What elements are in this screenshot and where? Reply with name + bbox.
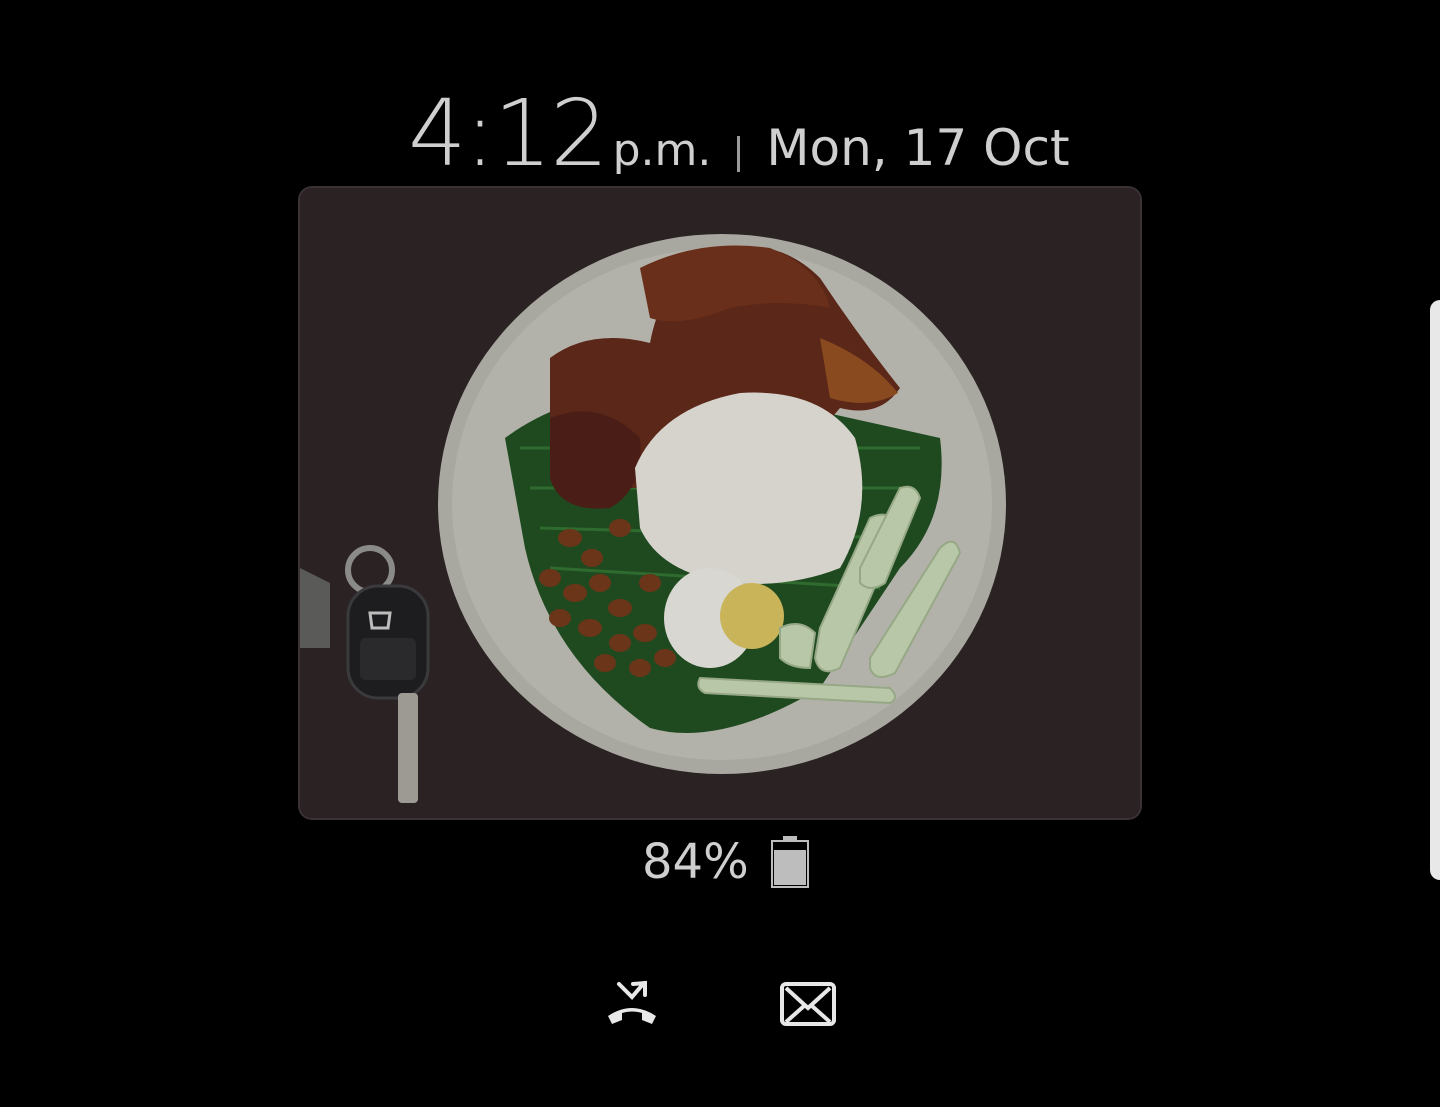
clock-time: 4:12 [408, 80, 609, 187]
photo-illustration [300, 188, 1140, 818]
battery-status: 84% [642, 832, 809, 892]
always-on-display: 4:12 p.m. Mon, 17 Oct 84% [0, 0, 1440, 1107]
clock-date: Mon, 17 Oct [766, 119, 1070, 177]
envelope-icon[interactable] [780, 982, 836, 1026]
battery-percentage: 84% [642, 834, 749, 890]
missed-call-icon[interactable] [604, 978, 660, 1030]
battery-icon [770, 836, 809, 888]
clock-divider [737, 136, 741, 172]
clock-ampm: p.m. [612, 125, 712, 176]
edge-panel-handle[interactable] [1430, 300, 1440, 880]
wallpaper-photo [300, 188, 1140, 818]
clock: 4:12 p.m. Mon, 17 Oct [408, 88, 1070, 188]
